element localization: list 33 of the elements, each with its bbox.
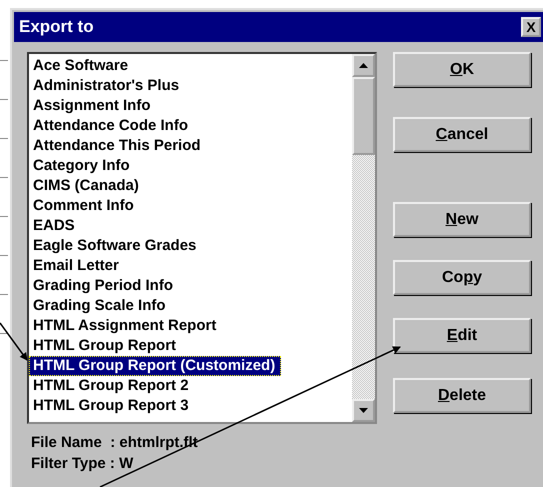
scrollbar-thumb[interactable] <box>352 77 375 155</box>
list-item[interactable]: Grading Scale Info <box>29 296 352 316</box>
list-item[interactable]: Grading Period Info <box>29 276 352 296</box>
dialog-button[interactable]: OK <box>393 52 531 87</box>
list-item[interactable]: HTML Group Report <box>29 336 352 356</box>
dialog-button[interactable]: Cancel <box>393 117 531 152</box>
dialog-button[interactable]: Delete <box>393 378 531 413</box>
dialog-button[interactable]: Edit <box>393 318 531 353</box>
up-arrow-icon <box>359 63 368 68</box>
list-item[interactable]: Ace Software <box>29 56 352 76</box>
list-item[interactable]: Attendance This Period <box>29 136 352 156</box>
info-text: File Name : ehtmlrpt.flt <box>31 434 199 451</box>
list-item[interactable]: HTML Group Report (Customized) <box>29 356 282 376</box>
list-item[interactable]: CIMS (Canada) <box>29 176 352 196</box>
list-item[interactable]: Comment Info <box>29 196 352 216</box>
list-item[interactable]: HTML Group Report 2 <box>29 376 352 396</box>
list-item[interactable]: Eagle Software Grades <box>29 236 352 256</box>
pointer-arrow <box>0 322 28 361</box>
list-item[interactable]: HTML Group Report 3 <box>29 396 352 416</box>
list-item[interactable]: EADS <box>29 216 352 236</box>
dialog-button[interactable]: Copy <box>393 260 531 295</box>
list-item[interactable]: Assignment Info <box>29 96 352 116</box>
list-item[interactable]: Category Info <box>29 156 352 176</box>
info-text: Filter Type : W <box>31 455 134 472</box>
window-title: Export to <box>19 17 94 37</box>
list-item[interactable]: Administrator's Plus <box>29 76 352 96</box>
scrollbar[interactable] <box>352 54 375 422</box>
list-item[interactable]: Attendance Code Info <box>29 116 352 136</box>
dialog-button[interactable]: New <box>393 202 531 237</box>
down-arrow-icon <box>359 408 368 413</box>
list-item[interactable]: Email Letter <box>29 256 352 276</box>
close-button[interactable]: X <box>521 17 541 37</box>
list-item[interactable]: HTML Assignment Report <box>29 316 352 336</box>
